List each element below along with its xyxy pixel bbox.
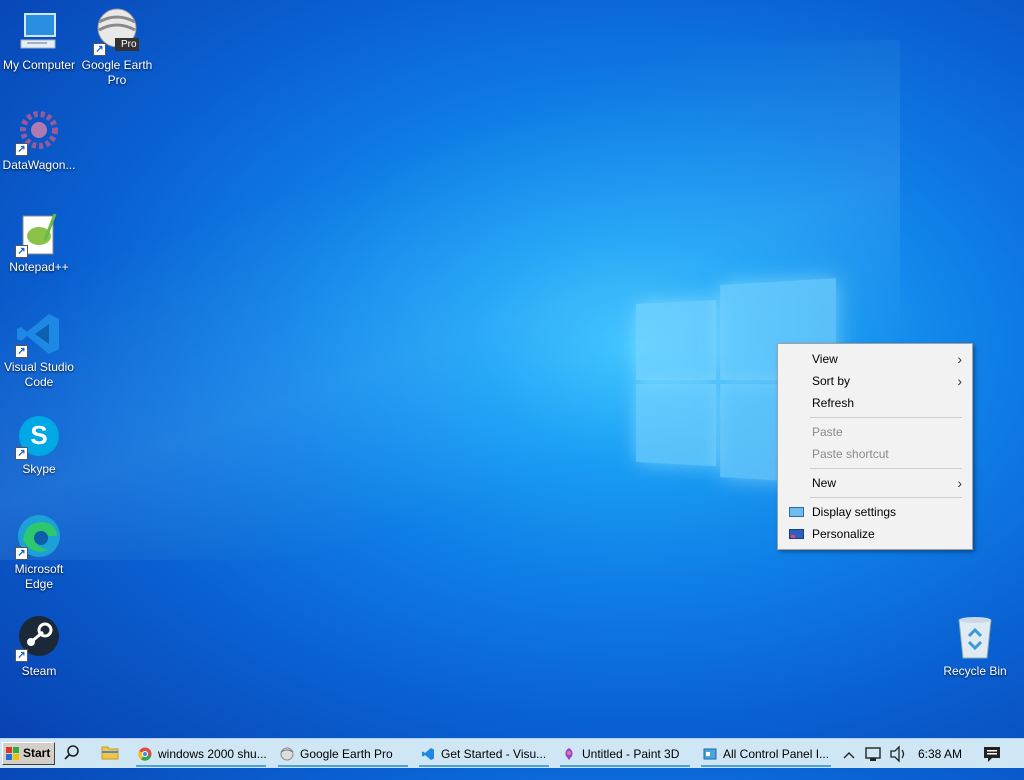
windows-flag-icon <box>6 747 19 760</box>
menu-item-view[interactable]: View › <box>778 348 972 370</box>
pro-badge: Pro <box>121 39 137 50</box>
taskbar-item-control-panel[interactable]: All Control Panel I... <box>701 741 831 767</box>
google-earth-icon <box>280 747 294 761</box>
file-explorer-icon[interactable] <box>100 744 120 764</box>
chevron-right-icon: › <box>957 475 962 491</box>
shortcut-arrow-icon: ↗ <box>15 447 28 460</box>
steam-icon: ↗ <box>15 614 63 662</box>
vscode-icon: ↗ <box>15 310 63 358</box>
network-icon[interactable] <box>864 739 882 769</box>
control-panel-icon <box>703 748 717 760</box>
shortcut-arrow-icon: ↗ <box>15 345 28 358</box>
notepadpp-icon: ↗ <box>15 210 63 258</box>
shortcut-arrow-icon: ↗ <box>15 547 28 560</box>
skype-icon: S ↗ <box>15 412 63 460</box>
volume-icon[interactable] <box>888 739 908 769</box>
datawagon-icon: ↗ <box>15 108 63 156</box>
vscode-icon <box>422 748 434 760</box>
paint3d-icon <box>565 748 573 760</box>
recycle-bin-icon <box>951 614 999 662</box>
shortcut-arrow-icon: ↗ <box>15 649 28 662</box>
search-icon[interactable] <box>62 744 82 764</box>
chevron-up-icon[interactable] <box>842 739 856 769</box>
desktop-icon-skype[interactable]: S ↗ Skype <box>0 412 78 477</box>
menu-item-paste: Paste <box>812 425 843 439</box>
menu-item-personalize[interactable]: Personalize <box>778 523 972 545</box>
menu-separator <box>810 417 962 418</box>
desktop-icon-edge[interactable]: ↗ Microsoft Edge <box>0 512 78 592</box>
shortcut-arrow-icon: ↗ <box>15 245 28 258</box>
desktop-icon-recycle-bin[interactable]: Recycle Bin <box>936 614 1014 679</box>
action-center-icon[interactable] <box>982 739 1002 769</box>
menu-separator <box>810 468 962 469</box>
menu-item-refresh[interactable]: Refresh <box>778 392 972 414</box>
menu-item-display-settings[interactable]: Display settings <box>778 501 972 523</box>
chevron-right-icon: › <box>957 373 962 389</box>
chrome-icon <box>138 747 152 761</box>
shortcut-arrow-icon: ↗ <box>93 43 106 56</box>
desktop-icon-notepadpp[interactable]: ↗ Notepad++ <box>0 210 78 275</box>
taskbar: Start windows 2000 shu... Google Earth P… <box>0 738 1024 768</box>
taskbar-item-google-earth[interactable]: Google Earth Pro <box>278 741 408 767</box>
desktop-context-menu: View › Sort by › Refresh Paste Paste sho… <box>777 343 973 550</box>
taskbar-item-chrome[interactable]: windows 2000 shu... <box>136 741 266 767</box>
taskbar-item-vscode[interactable]: Get Started - Visu... <box>419 741 549 767</box>
taskbar-item-paint3d[interactable]: Untitled - Paint 3D <box>560 741 690 767</box>
menu-item-new[interactable]: New › <box>778 472 972 494</box>
start-button[interactable]: Start <box>2 742 55 765</box>
personalize-icon <box>789 529 804 539</box>
menu-separator <box>810 497 962 498</box>
computer-icon <box>15 8 63 56</box>
desktop-icon-datawagon[interactable]: ↗ DataWagon... <box>0 108 78 173</box>
desktop-icon-vscode[interactable]: ↗ Visual Studio Code <box>0 310 78 390</box>
desktop-icon-my-computer[interactable]: My Computer <box>0 8 78 73</box>
desktop-icon-steam[interactable]: ↗ Steam <box>0 614 78 679</box>
menu-item-paste-shortcut: Paste shortcut <box>812 447 889 461</box>
display-settings-icon <box>789 507 804 517</box>
google-earth-icon: Pro ↗ <box>93 8 141 56</box>
taskbar-clock[interactable]: 6:38 AM <box>918 739 962 769</box>
shortcut-arrow-icon: ↗ <box>15 143 28 156</box>
desktop-icon-google-earth-pro[interactable]: Pro ↗ Google Earth Pro <box>78 8 156 88</box>
chevron-right-icon: › <box>957 351 962 367</box>
menu-item-sort-by[interactable]: Sort by › <box>778 370 972 392</box>
edge-icon: ↗ <box>15 512 63 560</box>
